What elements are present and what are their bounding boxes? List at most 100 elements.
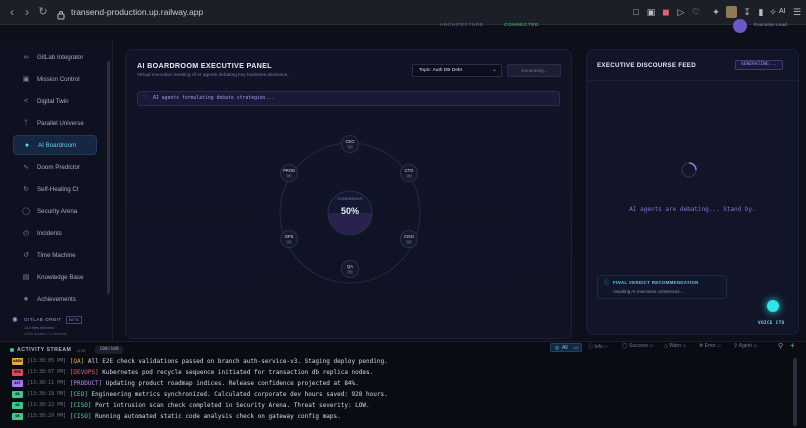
log-row: OK [13:38:29 PM] [CISO] Running automate… [12,411,341,421]
sidebar-item-label: Digital Twin [37,97,69,105]
sidebar-item-label: Achievements [37,295,76,303]
search-icon[interactable]: ⚲ [778,342,783,350]
log-row: OK [13:38:18 PM] [CEO] Engineering metri… [12,389,388,399]
log-text: All E2E check validations passed on bran… [87,357,388,365]
branch-icon: ᛉ [23,119,29,127]
sidebar-scrollbar[interactable] [107,61,110,294]
log-type-badge: WARN [12,357,23,365]
log-text: Port intrusion scan check completed in S… [95,401,370,409]
agent-name: CEO [345,139,355,144]
agent-node-cto[interactable]: CTO ? [400,164,418,182]
filter-label: All [562,345,568,351]
sidebar-item-time-machine[interactable]: ↺ Time Machine [13,245,97,265]
chevron-down-icon: ⌄ [491,67,497,73]
generate-button-label: Generating... [521,68,548,73]
user-avatar[interactable] [733,19,747,33]
log-tag: [DEVOPS] [69,368,99,376]
log-time: [13:38:07 PM] [27,369,67,375]
filter-error[interactable]: ⊗ Error 17 [699,343,721,352]
sidebar-item-label: Time Machine [37,251,76,259]
sidebar-item-digital-twin[interactable]: < Digital Twin [13,91,97,111]
agent-node-prod[interactable]: PROD ? [280,164,298,182]
sidebar-item-knowledge-base[interactable]: ▤ Knowledge Base [13,267,97,287]
filter-agent[interactable]: ⚲ Agent 15 [734,343,757,352]
log-time: [13:38:05 PM] [27,358,67,364]
app-root: ARCHITECTURE CONNECTED Executive Lead ∞ G… [0,19,806,428]
profile-avatar-icon[interactable] [726,6,737,18]
log-row: ERR [13:38:07 PM] [DEVOPS] Kubernetes po… [12,367,373,377]
sidebar-item-label: Mission Control [37,75,80,83]
ai-toolbar-label[interactable]: AI [779,6,786,18]
pulse-icon: ∿ [23,164,29,171]
play-icon[interactable]: ▷ [675,6,687,18]
log-tag: [CISO] [69,401,92,409]
log-text: Running automated static code analysis c… [95,412,341,420]
link-icon: ∞ [23,53,29,61]
sidebar-item-security-arena[interactable]: ◯ Security Arena [13,201,97,221]
battery-icon[interactable]: ▮ [755,6,767,18]
sidebar-item-self-healing-ci[interactable]: ↻ Self-Healing CI [13,179,97,199]
sidebar: ∞ GitLab Integrator ▣ Mission Control < Dig… [0,39,113,366]
check-icon: ◯ [622,343,629,349]
panel-subtitle: Virtual executive meeting of AI agents d… [137,73,289,78]
activity-scrollbar[interactable] [793,358,797,426]
agent-vote: ? [347,145,353,149]
sidebar-item-ai-boardroom[interactable]: ● AI Boardroom [13,135,97,155]
log-row: AGT [13:38:11 PM] [PRODUCT] Updating pro… [12,378,359,388]
users-icon: ● [24,141,30,149]
back-icon[interactable]: ‹ [5,5,19,19]
sidebar-item-parallel-universe[interactable]: ᛉ Parallel Universe [13,113,97,133]
filter-count: 100 [573,346,579,350]
log-text: Engineering metrics synchronized. Calcul… [91,390,388,398]
pocket-icon[interactable]: ◼ [660,6,672,18]
add-icon[interactable]: + [790,341,795,350]
gitlab-orbit-card[interactable]: ✺ GITLAB ORBIT BETA 143 files indexed 19… [10,314,105,339]
topbar-item-architecture[interactable]: ARCHITECTURE [440,23,484,28]
forward-icon[interactable]: › [20,5,34,19]
agent-name: QA [346,264,354,269]
reload-icon[interactable]: ↻ [36,5,50,19]
voice-orb-button[interactable] [767,300,779,312]
agent-node-ciso[interactable]: CISO ? [400,230,418,248]
log-type-badge: OK [12,412,23,420]
status-banner: ◌ AI agents formulating debate strategie… [137,91,560,106]
menu-icon[interactable]: ☰ [791,6,803,18]
filter-count: 17 [717,344,721,348]
download-icon[interactable]: ↧ [741,6,753,18]
lock-icon [57,7,65,20]
share-icon: < [23,97,29,105]
consensus-value: 50% [340,206,359,216]
log-time: [13:38:22 PM] [27,402,67,408]
filter-success[interactable]: ◯ Success 23 [622,343,653,352]
status-text: AI agents formulating debate strategies.… [153,96,275,101]
filter-all[interactable]: ◎ All 100 [550,343,582,352]
topic-select[interactable]: Topic: Auth DB Debt ⌄ [412,64,502,77]
sidebar-item-gitlab-integrator[interactable]: ∞ GitLab Integrator [13,47,97,67]
filter-warn[interactable]: △ Warn 18 [664,343,686,352]
panel-title: AI BOARDROOM EXECUTIVE PANEL [137,61,272,70]
generate-button[interactable]: Generating... [507,64,561,77]
activity-title: ACTIVITY STREAM [17,347,72,353]
address-bar[interactable]: transend-production.up.railway.app [71,4,203,20]
sparkle-icon[interactable]: ✧ [767,6,779,18]
agent-node-ceo[interactable]: CEO ? [341,135,359,153]
sidebar-item-doom-predictor[interactable]: ∿ Doom Predictor [13,157,97,177]
log-type-badge: OK [12,401,23,409]
sidebar-item-achievements[interactable]: ★ Achievements [13,289,97,309]
verdict-title: FINAL VERDICT RECOMMENDATION [613,280,699,285]
agent-vote: ? [406,174,412,178]
agent-node-ops[interactable]: OPS ? [280,230,298,248]
filter-info[interactable]: ⓘ Info 27 [588,343,608,352]
sidebar-item-incidents[interactable]: ◴ Incidents [13,223,97,243]
heart-icon[interactable]: ♡ [690,6,702,18]
sidebar-item-mission-control[interactable]: ▣ Mission Control [13,69,97,89]
agent-vote: ? [406,240,412,244]
filter-label: Success [629,343,648,349]
agent-node-qa[interactable]: QA ? [341,260,359,278]
topbar-item-connected: CONNECTED [504,23,539,28]
tab-icon[interactable]: ▣ [645,6,657,18]
filter-label: Info [594,344,603,350]
extensions-icon[interactable]: ✦ [710,6,722,18]
log-tag: [QA] [69,357,85,365]
bookmark-icon[interactable]: □ [630,6,642,18]
